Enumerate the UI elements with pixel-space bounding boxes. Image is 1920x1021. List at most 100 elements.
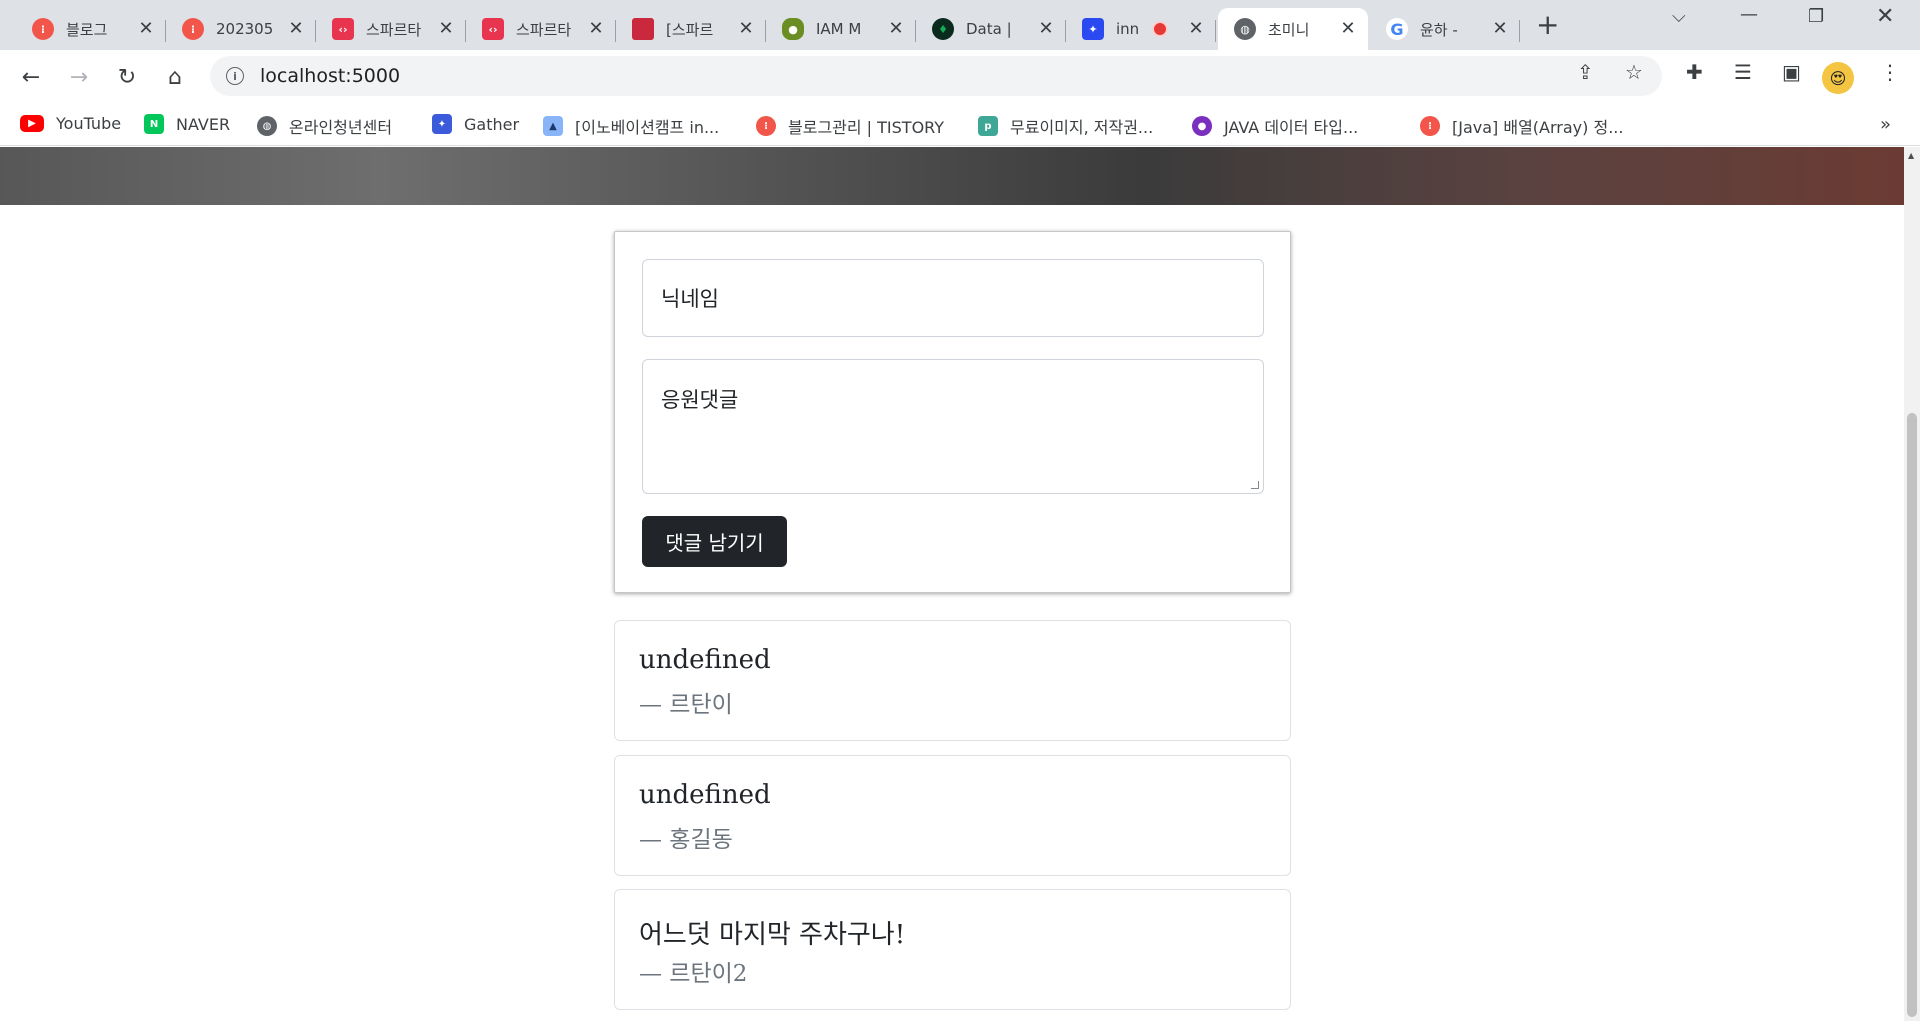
page-viewport: 닉네임 응원댓글 댓글 남기기 undefined — 르탄이 undefine…: [0, 147, 1904, 1021]
browser-tab[interactable]: ‹› 스파르타 ✕: [316, 8, 466, 50]
tab-title: Data |: [966, 20, 1012, 38]
bookmark-java-array[interactable]: ⁝ [Java] 배열(Array) 정...: [1420, 114, 1623, 138]
close-icon[interactable]: ✕: [736, 19, 756, 39]
close-icon[interactable]: ✕: [436, 19, 456, 39]
globe-icon: ◍: [1234, 18, 1256, 40]
home-icon[interactable]: ⌂: [160, 62, 190, 92]
tab-title: 스파르타: [366, 20, 422, 39]
scroll-up-icon[interactable]: ▲: [1908, 151, 1914, 160]
close-icon[interactable]: ✕: [1338, 19, 1358, 39]
close-icon[interactable]: ✕: [1186, 19, 1206, 39]
browser-tab[interactable]: ‹› 스파르타 ✕: [466, 8, 616, 50]
window-close-icon[interactable]: ✕: [1876, 4, 1894, 29]
browser-toolbar: ← → ↻ ⌂ i localhost:5000 ⇪ ☆ ✚ ☰ ▣ 😍 ⋮: [0, 50, 1920, 104]
comment-author: — 홍길동: [639, 827, 733, 853]
comment-card: 어느덧 마지막 주차구나! — 르탄이2: [614, 889, 1291, 1010]
close-icon[interactable]: ✕: [1036, 19, 1056, 39]
back-arrow-icon[interactable]: ←: [16, 62, 46, 92]
bookmark-java-types[interactable]: ● JAVA 데이터 타입...: [1192, 114, 1358, 138]
tistory-icon: ⁝: [1420, 116, 1440, 136]
restore-icon[interactable]: ❐: [1808, 6, 1824, 27]
close-icon[interactable]: ✕: [1490, 19, 1510, 39]
tab-title: 초미니: [1268, 20, 1310, 39]
reload-icon[interactable]: ↻: [112, 62, 142, 92]
tab-divider: [1215, 20, 1216, 42]
browser-tab[interactable]: [스파르 ✕: [616, 8, 766, 50]
bookmark-label: 무료이미지, 저작권...: [1010, 118, 1154, 137]
tab-divider: [1519, 20, 1520, 42]
submit-comment-button[interactable]: 댓글 남기기: [642, 516, 787, 567]
site-info-icon[interactable]: i: [226, 67, 244, 85]
browser-tab[interactable]: ✦ inn ✕: [1066, 8, 1216, 50]
bookmark-label: 블로그관리 | TISTORY: [788, 118, 945, 137]
address-bar[interactable]: i localhost:5000: [210, 56, 1662, 96]
nickname-input[interactable]: 닉네임: [642, 259, 1264, 337]
profile-avatar-icon[interactable]: 😍: [1822, 62, 1854, 94]
bookmark-innovation-camp[interactable]: ▲ [이노베이션캠프 in...: [543, 114, 719, 138]
comment-author: — 르탄이2: [639, 961, 748, 987]
sparta-favicon-icon: ‹›: [482, 18, 504, 40]
tistory-favicon-icon: ⁝: [32, 18, 54, 40]
naver-icon: N: [144, 114, 164, 134]
google-favicon-icon: G: [1386, 18, 1408, 40]
close-icon[interactable]: ✕: [286, 19, 306, 39]
bookmark-tistory[interactable]: ⁝ 블로그관리 | TISTORY: [756, 114, 944, 138]
tab-search-icon[interactable]: ⌵: [1672, 6, 1686, 27]
bookmark-label: NAVER: [176, 114, 231, 134]
bookmark-label: 온라인청년센터: [289, 118, 393, 137]
side-panel-icon[interactable]: ▣: [1782, 60, 1801, 84]
globe-icon: ◍: [257, 116, 277, 136]
extensions-puzzle-icon[interactable]: ✚: [1686, 60, 1703, 84]
bookmark-youth-center[interactable]: ◍ 온라인청년센터: [257, 114, 392, 138]
recording-icon: [1152, 21, 1168, 37]
bookmark-label: [이노베이션캠프 in...: [575, 118, 720, 137]
comment-card: undefined — 홍길동: [614, 755, 1291, 876]
media-control-icon[interactable]: ☰: [1734, 60, 1752, 84]
comment-text: undefined: [639, 780, 771, 810]
forward-arrow-icon[interactable]: →: [64, 62, 94, 92]
tab-title: 블로그: [66, 20, 108, 39]
bookmark-label: [Java] 배열(Array) 정...: [1452, 118, 1624, 137]
new-tab-button[interactable]: +: [1536, 10, 1559, 40]
resize-handle-icon[interactable]: [1251, 481, 1259, 489]
bookmark-gather[interactable]: ✦ Gather: [432, 114, 519, 134]
comment-textarea[interactable]: 응원댓글: [642, 359, 1264, 494]
tab-title: [스파르: [666, 20, 714, 39]
scrollbar-thumb[interactable]: [1907, 413, 1917, 1017]
book-favicon-icon: [632, 18, 654, 40]
browser-tab[interactable]: ⁝ 블로그 ✕: [16, 8, 166, 50]
bookmarks-overflow-button[interactable]: »: [1880, 114, 1891, 135]
browser-tab[interactable]: ⁝ 202305 ✕: [166, 8, 316, 50]
url-text[interactable]: localhost:5000: [260, 65, 400, 87]
bookmarks-bar: ▶ YouTube N NAVER ◍ 온라인청년센터 ✦ Gather ▲ […: [0, 104, 1920, 146]
comment-author: — 르탄이: [639, 692, 733, 718]
bookmark-naver[interactable]: N NAVER: [144, 114, 230, 134]
browser-tab[interactable]: G 윤하 - ✕: [1370, 8, 1520, 50]
tab-title: 202305: [216, 20, 274, 38]
bookmark-youtube[interactable]: ▶ YouTube: [20, 114, 121, 133]
minimize-icon[interactable]: —: [1740, 4, 1758, 25]
tab-title: 윤하 -: [1420, 20, 1458, 39]
page-scrollbar[interactable]: ▲: [1904, 147, 1920, 1021]
nickname-placeholder: 닉네임: [661, 287, 719, 311]
close-icon[interactable]: ✕: [136, 19, 156, 39]
camp-icon: ▲: [543, 116, 563, 136]
tab-title: 스파르타: [516, 20, 572, 39]
image-site-icon: p: [978, 116, 998, 136]
gather-icon: ✦: [432, 114, 452, 134]
close-icon[interactable]: ✕: [886, 19, 906, 39]
browser-tab-active[interactable]: ◍ 초미니 ✕: [1218, 8, 1368, 50]
hero-banner-image: [0, 147, 1904, 205]
tab-title: inn: [1116, 20, 1140, 38]
tab-strip: ⁝ 블로그 ✕ ⁝ 202305 ✕ ‹› 스파르타 ✕ ‹› 스파르타 ✕ […: [0, 0, 1920, 50]
menu-kebab-icon[interactable]: ⋮: [1880, 60, 1900, 84]
tab-title: IAM M: [816, 20, 862, 38]
bookmark-star-icon[interactable]: ☆: [1625, 60, 1643, 84]
close-icon[interactable]: ✕: [586, 19, 606, 39]
share-icon[interactable]: ⇪: [1577, 60, 1594, 84]
browser-tab[interactable]: ● IAM M ✕: [766, 8, 916, 50]
browser-tab[interactable]: ♦ Data | ✕: [916, 8, 1066, 50]
blog-icon: ●: [1192, 116, 1212, 136]
tistory-favicon-icon: ⁝: [182, 18, 204, 40]
bookmark-free-images[interactable]: p 무료이미지, 저작권...: [978, 114, 1153, 138]
